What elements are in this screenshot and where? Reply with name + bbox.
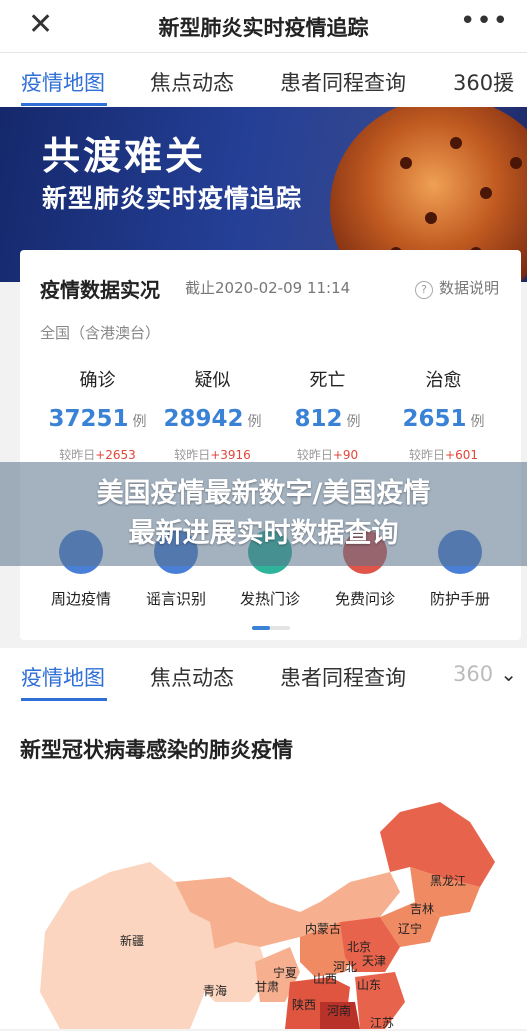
- stat-deaths: 死亡 812 例 较昨日+90: [270, 366, 385, 463]
- active-tab-indicator: [21, 103, 107, 106]
- page-title: 新型肺炎实时疫情追踪: [158, 16, 369, 40]
- overlay-headline: 美国疫情最新数字/美国疫情 最新进展实时数据查询: [0, 462, 527, 566]
- tab-360-aid[interactable]: 360援: [453, 67, 514, 97]
- label-shaanxi: 陕西: [292, 998, 317, 1012]
- label-shandong: 山东: [357, 978, 382, 992]
- shortcut-label: 防护手册: [429, 590, 490, 608]
- stat-delta: 较昨日+3916: [174, 448, 251, 462]
- tab-patient-trip-search[interactable]: 患者同程查询: [280, 662, 406, 692]
- chevron-down-icon[interactable]: ⌄: [500, 662, 517, 686]
- stat-value: 28942 例: [163, 406, 262, 432]
- label-inner-mongolia: 内蒙古: [305, 922, 342, 936]
- stat-suspected: 疑似 28942 例 较昨日+3916: [155, 366, 270, 463]
- card-title: 疫情数据实况: [40, 278, 160, 302]
- stat-delta: 较昨日+90: [296, 448, 359, 462]
- label-jilin: 吉林: [410, 902, 435, 916]
- update-time: 截止2020-02-09 11:14: [185, 279, 351, 297]
- shortcut-label: 谣言识别: [145, 590, 206, 608]
- active-tab-indicator: [21, 698, 107, 701]
- map-section: 新型冠状病毒感染的肺炎疫情 黑龙江 吉林 辽宁 内蒙古 北京 天津 河北 新疆 …: [0, 702, 527, 1030]
- help-label: 数据说明: [439, 279, 500, 297]
- data-card: 疫情数据实况 截止2020-02-09 11:14 ? 数据说明 全国（含港澳台）…: [20, 250, 521, 640]
- stat-value: 37251 例: [48, 406, 147, 432]
- more-icon[interactable]: •••: [460, 6, 509, 36]
- label-xinjiang: 新疆: [120, 934, 145, 948]
- tab-focus-news[interactable]: 焦点动态: [150, 662, 234, 692]
- stat-delta: 较昨日+2653: [59, 448, 136, 462]
- stat-label: 治愈: [425, 370, 462, 391]
- stat-confirmed: 确诊 37251 例 较昨日+2653: [40, 366, 155, 463]
- stat-cured: 治愈 2651 例 较昨日+601: [386, 366, 501, 463]
- carousel-pager: [252, 626, 290, 630]
- tab-bar-secondary: 疫情地图 焦点动态 患者同程查询 360 ⌄: [0, 648, 527, 703]
- shortcut-label: 发热门诊: [239, 590, 300, 608]
- tab-bar: 疫情地图 焦点动态 患者同程查询 360援: [0, 53, 527, 107]
- tab-epidemic-map[interactable]: 疫情地图: [21, 67, 105, 97]
- stat-label: 疑似: [194, 370, 231, 391]
- banner-headline: 共渡难关: [42, 134, 207, 178]
- data-help-link[interactable]: ? 数据说明: [415, 277, 499, 299]
- tab-360[interactable]: 360: [453, 662, 493, 686]
- label-tianjin: 天津: [362, 954, 387, 968]
- stat-delta: 较昨日+601: [409, 448, 478, 462]
- label-liaoning: 辽宁: [398, 922, 423, 936]
- stat-value: 812 例: [294, 406, 361, 432]
- tab-focus-news[interactable]: 焦点动态: [150, 67, 234, 97]
- stat-label: 死亡: [309, 370, 346, 391]
- label-qinghai: 青海: [203, 984, 228, 998]
- overlay-line-1: 美国疫情最新数字/美国疫情: [96, 478, 431, 509]
- label-gansu: 甘肃: [255, 980, 280, 994]
- tab-epidemic-map[interactable]: 疫情地图: [21, 662, 105, 692]
- label-shanxi: 山西: [313, 972, 338, 986]
- top-bar: ✕ 新型肺炎实时疫情追踪 •••: [0, 0, 527, 53]
- banner-subtitle: 新型肺炎实时疫情追踪: [42, 184, 303, 213]
- question-icon: ?: [415, 281, 433, 299]
- label-heilongjiang: 黑龙江: [430, 874, 467, 888]
- label-jiangsu: 江苏: [370, 1016, 395, 1030]
- shortcut-label: 周边疫情: [50, 590, 111, 608]
- stat-value: 2651 例: [402, 406, 485, 432]
- stat-label: 确诊: [79, 370, 116, 391]
- tab-patient-trip-search[interactable]: 患者同程查询: [280, 67, 406, 97]
- shortcut-label: 免费问诊: [334, 590, 395, 608]
- overlay-line-2: 最新进展实时数据查询: [128, 518, 399, 549]
- region-label: 全国（含港澳台）: [40, 324, 161, 342]
- label-henan: 河南: [327, 1004, 352, 1018]
